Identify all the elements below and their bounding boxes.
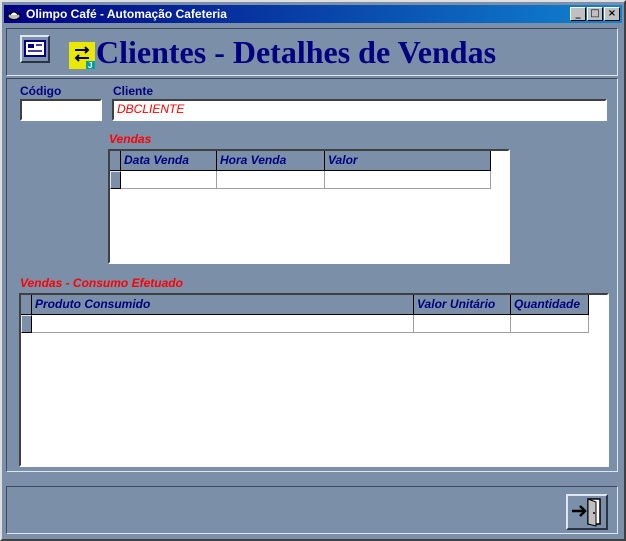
column-header-data-venda[interactable]: Data Venda	[121, 151, 217, 171]
exit-button[interactable]	[566, 494, 608, 530]
cliente-field[interactable]: DBCLIENTE	[112, 99, 607, 121]
grid-cell[interactable]	[217, 171, 325, 189]
grid-cell[interactable]	[325, 171, 491, 189]
exit-door-icon	[572, 498, 601, 527]
vendas-grid[interactable]: Data Venda Hora Venda Valor	[108, 149, 510, 264]
column-header-produto-consumido[interactable]: Produto Consumido	[32, 295, 414, 315]
grid-cell[interactable]	[121, 171, 217, 189]
close-button[interactable]: ×	[604, 7, 620, 21]
consumo-label: Vendas - Consumo Efetuado	[20, 276, 183, 290]
column-header-quantidade[interactable]: Quantidade	[511, 295, 589, 315]
footer-panel	[6, 486, 618, 534]
grid-cell[interactable]	[511, 315, 589, 333]
minimize-button[interactable]: _	[570, 7, 586, 21]
row-indicator[interactable]	[21, 315, 32, 333]
column-header-valor[interactable]: Valor	[325, 151, 491, 171]
exchange-icon: J	[69, 42, 95, 69]
app-icon	[7, 11, 21, 20]
cliente-label: Cliente	[113, 84, 154, 98]
vendas-label: Vendas	[109, 132, 152, 146]
app-window: Olimpo Café - Automação Cafeteria _ □ × …	[0, 0, 626, 541]
grid-cell[interactable]	[32, 315, 414, 333]
maximize-button[interactable]: □	[587, 7, 603, 21]
column-header-valor-unitario[interactable]: Valor Unitário	[414, 295, 511, 315]
card-icon	[24, 40, 46, 57]
grid-corner	[21, 295, 32, 315]
window-title: Olimpo Café - Automação Cafeteria	[26, 7, 227, 21]
consumo-grid[interactable]: Produto Consumido Valor Unitário Quantid…	[19, 293, 609, 467]
grid-cell[interactable]	[414, 315, 511, 333]
codigo-label: Código	[20, 84, 62, 98]
row-indicator[interactable]	[110, 171, 121, 189]
title-bar[interactable]: Olimpo Café - Automação Cafeteria _ □ ×	[4, 5, 622, 23]
page-title: Clientes - Detalhes de Vendas	[96, 34, 497, 70]
svg-text:J: J	[88, 61, 92, 69]
record-button[interactable]	[20, 35, 50, 63]
column-header-hora-venda[interactable]: Hora Venda	[217, 151, 325, 171]
grid-corner	[110, 151, 121, 171]
codigo-field[interactable]	[20, 99, 102, 121]
